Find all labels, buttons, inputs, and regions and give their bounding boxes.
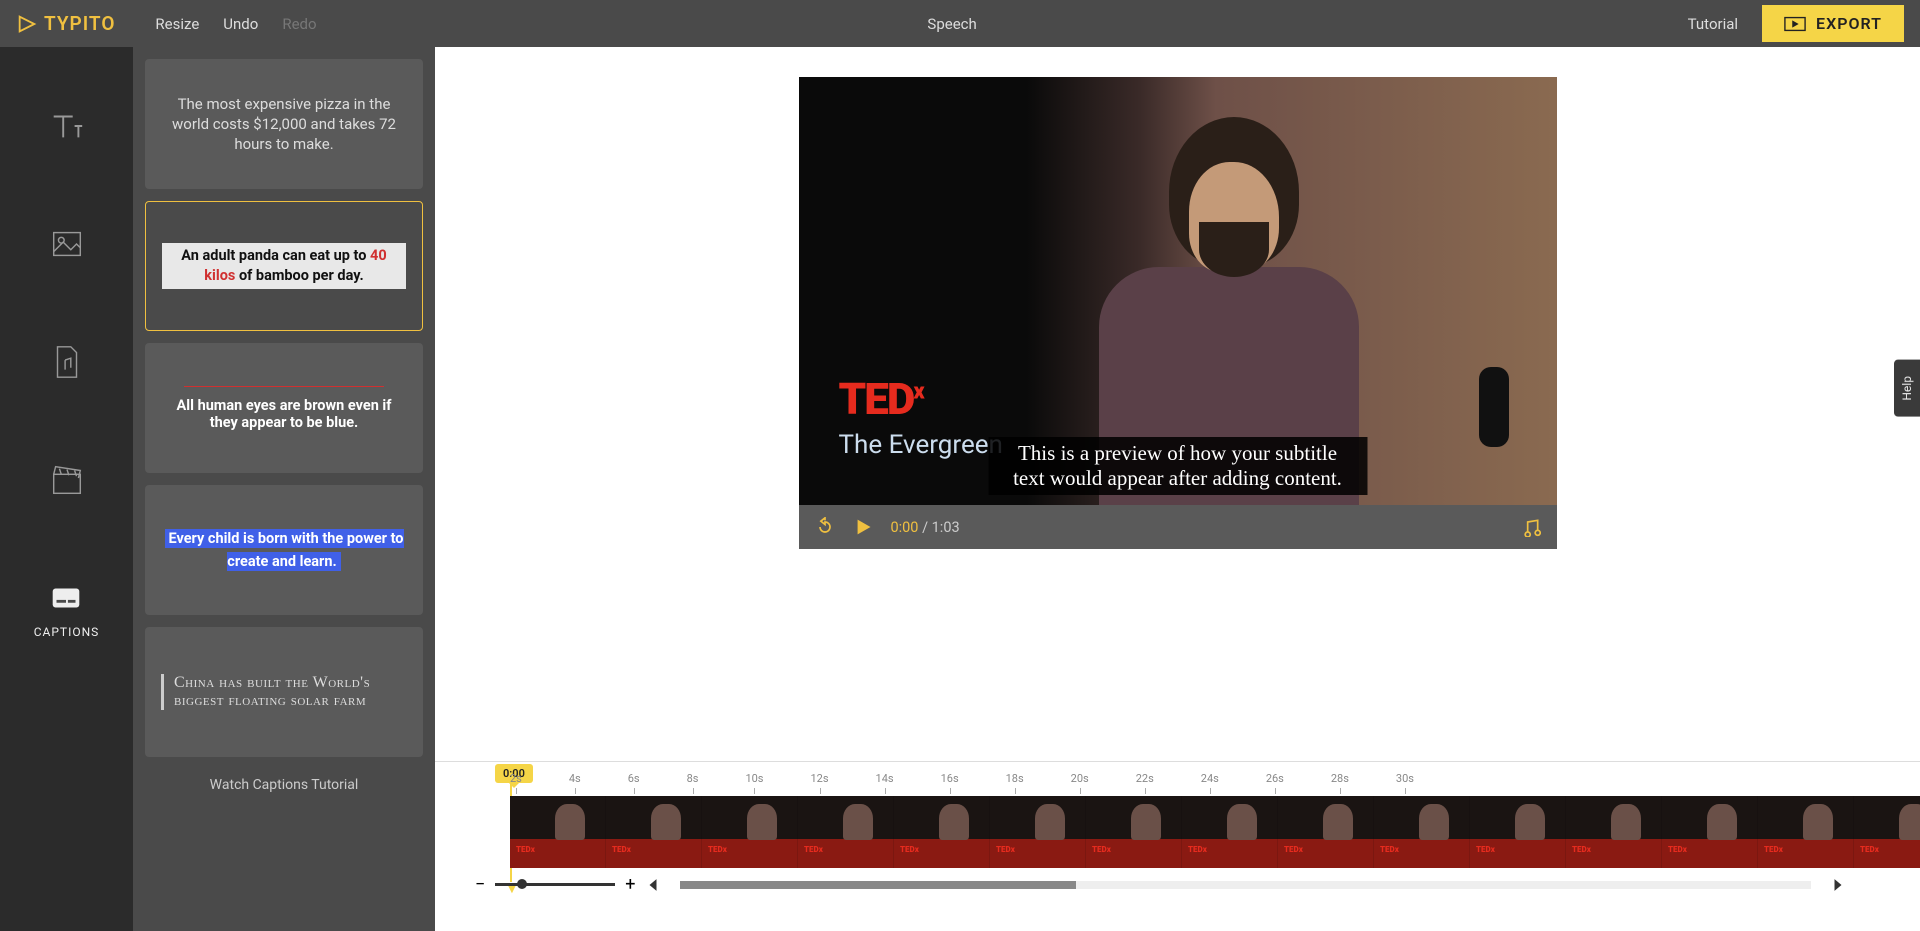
caption-template-2[interactable]: An adult panda can eat up to 40 kilos of… xyxy=(145,201,423,331)
image-icon xyxy=(48,225,86,263)
ted-logo: TEDx xyxy=(839,373,923,425)
timeline-thumbnails[interactable] xyxy=(510,796,1920,868)
timeline-tick: 12s xyxy=(810,772,828,796)
watch-captions-tutorial[interactable]: Watch Captions Tutorial xyxy=(145,769,423,801)
captions-panel: The most expensive pizza in the world co… xyxy=(133,47,435,931)
tutorial-link[interactable]: Tutorial xyxy=(1688,15,1738,33)
player-bar: 0:00 / 1:03 xyxy=(799,505,1557,549)
caption-template-2-text: An adult panda can eat up to 40 kilos of… xyxy=(162,243,406,290)
topbar: TYPITO Resize Undo Redo Speech Tutorial … xyxy=(0,0,1920,47)
timeline-thumb[interactable] xyxy=(894,796,990,868)
zoom-in-icon[interactable]: + xyxy=(625,874,635,895)
play-icon[interactable] xyxy=(853,517,873,537)
video-preview[interactable]: TEDx The Evergreen This is a preview of … xyxy=(799,77,1557,505)
timeline-scrollbar[interactable] xyxy=(680,881,1811,889)
timeline-tick: 8s xyxy=(687,772,699,796)
timeline-thumb[interactable] xyxy=(1662,796,1758,868)
caption-template-4[interactable]: Every child is born with the power to cr… xyxy=(145,485,423,615)
export-icon xyxy=(1784,16,1806,32)
export-button[interactable]: EXPORT xyxy=(1762,5,1904,42)
music-icon[interactable] xyxy=(1521,517,1541,537)
timeline-tick: 18s xyxy=(1006,772,1024,796)
caption-template-5[interactable]: China has built the World's biggest floa… xyxy=(145,627,423,757)
timeline-tick: 2s xyxy=(510,772,522,796)
rail-text[interactable] xyxy=(48,107,86,145)
timeline-thumb[interactable] xyxy=(606,796,702,868)
rail-captions[interactable]: CAPTIONS xyxy=(34,579,100,639)
scroll-right-icon[interactable] xyxy=(1831,878,1845,892)
timeline-thumb[interactable] xyxy=(1278,796,1374,868)
timeline-tick: 28s xyxy=(1331,772,1349,796)
logo-icon xyxy=(16,13,38,35)
timeline-controls: − + xyxy=(435,868,1920,895)
captions-icon xyxy=(47,579,85,617)
caption-template-5-text: China has built the World's biggest floa… xyxy=(161,674,407,710)
timeline-tick: 14s xyxy=(876,772,894,796)
brand-text: TYPITO xyxy=(44,12,115,35)
replay-icon[interactable] xyxy=(815,517,835,537)
rail-video[interactable] xyxy=(48,461,86,499)
caption-template-3[interactable]: All human eyes are brown even if they ap… xyxy=(145,343,423,473)
zoom-out-icon[interactable]: − xyxy=(475,874,485,895)
subtitle-preview[interactable]: This is a preview of how your subtitle t… xyxy=(988,437,1367,495)
project-title[interactable]: Speech xyxy=(217,15,1688,33)
scroll-left-icon[interactable] xyxy=(646,878,660,892)
timeline-tick: 16s xyxy=(941,772,959,796)
timeline-thumb[interactable] xyxy=(798,796,894,868)
timeline-tick: 26s xyxy=(1266,772,1284,796)
audio-file-icon xyxy=(48,343,86,381)
timeline-thumb[interactable] xyxy=(1854,796,1920,868)
speaker-figure xyxy=(1059,107,1379,487)
timeline-tick: 22s xyxy=(1136,772,1154,796)
text-icon xyxy=(48,107,86,145)
caption-template-3-text: All human eyes are brown even if they ap… xyxy=(161,397,407,431)
help-tab[interactable]: Help xyxy=(1894,360,1920,417)
clapperboard-icon xyxy=(48,461,86,499)
timeline[interactable]: 0:00 ▼ 2s4s6s8s10s12s14s16s18s20s22s24s2… xyxy=(435,761,1920,931)
timeline-tick: 4s xyxy=(569,772,581,796)
resize-button[interactable]: Resize xyxy=(155,15,199,33)
timeline-thumb[interactable] xyxy=(1758,796,1854,868)
logo[interactable]: TYPITO xyxy=(16,12,115,35)
timeline-tick: 10s xyxy=(745,772,763,796)
timeline-tick: 6s xyxy=(628,772,640,796)
caption-template-1-text: The most expensive pizza in the world co… xyxy=(161,94,407,155)
rail-image[interactable] xyxy=(48,225,86,263)
rail-captions-label: CAPTIONS xyxy=(34,625,100,639)
caption-template-1[interactable]: The most expensive pizza in the world co… xyxy=(145,59,423,189)
timeline-thumb[interactable] xyxy=(702,796,798,868)
timeline-thumb[interactable] xyxy=(1374,796,1470,868)
time-display: 0:00 / 1:03 xyxy=(891,519,960,536)
canvas-area: TEDx The Evergreen This is a preview of … xyxy=(435,47,1920,931)
timeline-thumb[interactable] xyxy=(1086,796,1182,868)
tool-rail: CAPTIONS xyxy=(0,47,133,931)
timeline-thumb[interactable] xyxy=(1182,796,1278,868)
timeline-tick: 24s xyxy=(1201,772,1219,796)
rail-audio[interactable] xyxy=(48,343,86,381)
timeline-thumb[interactable] xyxy=(1566,796,1662,868)
timeline-tick: 20s xyxy=(1071,772,1089,796)
timeline-thumb[interactable] xyxy=(510,796,606,868)
zoom-slider[interactable] xyxy=(495,883,615,886)
timeline-tick: 30s xyxy=(1396,772,1414,796)
ted-subtitle: The Evergreen xyxy=(839,430,1003,460)
timeline-thumb[interactable] xyxy=(990,796,1086,868)
export-label: EXPORT xyxy=(1816,14,1882,33)
timeline-thumb[interactable] xyxy=(1470,796,1566,868)
timeline-ticks: 2s 4s 6s 8s 10s 12s 14s 16s 18s 20s 22s 24s 26s 28s 30… xyxy=(435,772,1920,796)
caption-template-3-line xyxy=(184,386,384,387)
caption-template-4-text: Every child is born with the power to cr… xyxy=(161,527,407,573)
